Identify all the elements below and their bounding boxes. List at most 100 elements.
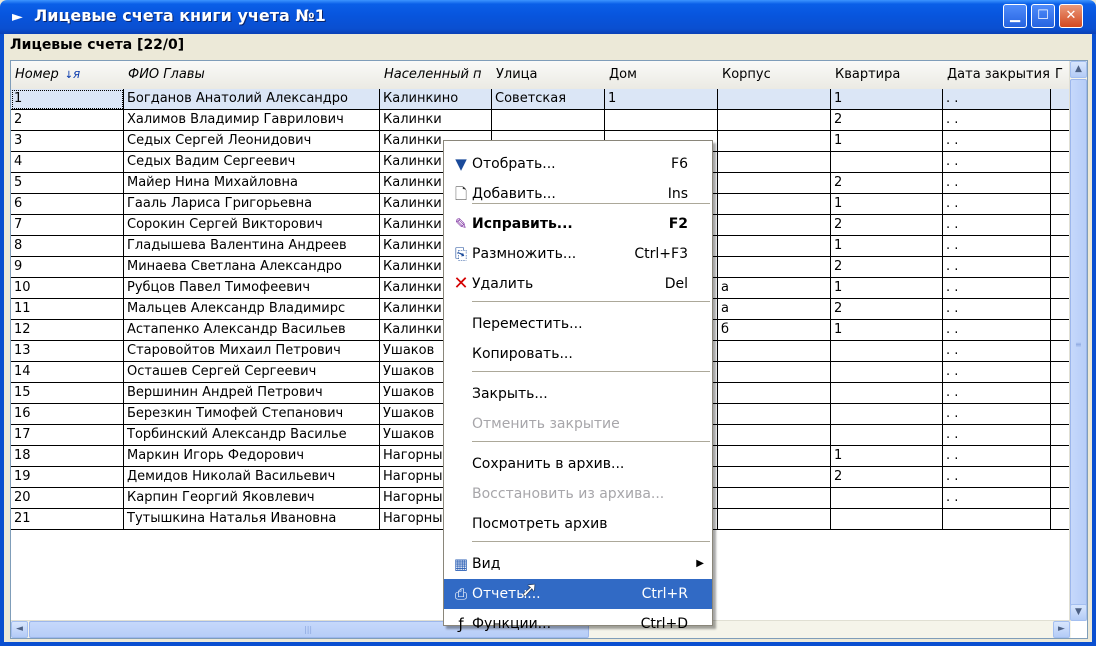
- menu-item[interactable]: ✕ Удалить Del: [444, 269, 712, 299]
- table-cell[interactable]: Рубцов Павел Тимофеевич: [124, 278, 380, 299]
- table-cell[interactable]: 4: [11, 152, 124, 173]
- menu-item[interactable]: 🗋 Добавить... Ins: [444, 179, 712, 209]
- table-cell[interactable]: . .: [943, 236, 1051, 257]
- table-cell[interactable]: 2: [831, 215, 943, 236]
- table-cell[interactable]: . .: [943, 89, 1051, 110]
- table-cell[interactable]: [718, 257, 831, 278]
- table-cell[interactable]: Калинкино: [380, 89, 492, 110]
- table-cell[interactable]: Демидов Николай Васильевич: [124, 467, 380, 488]
- menu-item[interactable]: ⎙ Отчеты... Ctrl+R: [444, 579, 712, 609]
- table-cell[interactable]: Астапенко Александр Васильев: [124, 320, 380, 341]
- table-cell[interactable]: . .: [943, 278, 1051, 299]
- table-cell[interactable]: . .: [943, 341, 1051, 362]
- table-cell[interactable]: [718, 362, 831, 383]
- table-cell[interactable]: [831, 152, 943, 173]
- column-header-fio[interactable]: ФИО Главы: [124, 61, 380, 89]
- table-cell[interactable]: [831, 362, 943, 383]
- table-cell[interactable]: . .: [943, 194, 1051, 215]
- table-cell[interactable]: 20: [11, 488, 124, 509]
- table-cell[interactable]: 1: [11, 89, 124, 110]
- table-cell[interactable]: [831, 509, 943, 530]
- menu-item[interactable]: ✎ Исправить... F2: [444, 209, 712, 239]
- table-cell[interactable]: [718, 110, 831, 131]
- table-cell[interactable]: 2: [831, 299, 943, 320]
- table-cell[interactable]: [718, 425, 831, 446]
- table-cell[interactable]: Осташев Сергей Сергеевич: [124, 362, 380, 383]
- table-cell[interactable]: [718, 467, 831, 488]
- menu-item[interactable]: ▦ Вид ▶: [444, 549, 712, 579]
- menu-item[interactable]: ⎘ Размножить... Ctrl+F3: [444, 239, 712, 269]
- table-cell[interactable]: [718, 152, 831, 173]
- menu-item[interactable]: Восстановить из архива...: [444, 479, 712, 509]
- table-row[interactable]: 1 Богданов Анатолий Александро Калинкино Со…: [11, 89, 1073, 110]
- column-header-number[interactable]: Номер ↓Я: [11, 61, 124, 89]
- table-cell[interactable]: 2: [831, 257, 943, 278]
- table-cell[interactable]: . .: [943, 299, 1051, 320]
- table-cell[interactable]: 14: [11, 362, 124, 383]
- table-cell[interactable]: 1: [831, 131, 943, 152]
- table-cell[interactable]: 1: [605, 89, 718, 110]
- table-cell[interactable]: 19: [11, 467, 124, 488]
- table-cell[interactable]: Торбинский Александр Василье: [124, 425, 380, 446]
- table-cell[interactable]: [718, 446, 831, 467]
- table-cell[interactable]: [605, 110, 718, 131]
- vertical-scrollbar[interactable]: ▲ ≡ ▼: [1069, 61, 1087, 621]
- table-cell[interactable]: [831, 425, 943, 446]
- table-cell[interactable]: Калинки: [380, 110, 492, 131]
- table-cell[interactable]: 1: [831, 278, 943, 299]
- table-cell[interactable]: . .: [943, 152, 1051, 173]
- table-cell[interactable]: 2: [831, 110, 943, 131]
- table-cell[interactable]: [831, 404, 943, 425]
- table-cell[interactable]: [718, 194, 831, 215]
- table-cell[interactable]: Седых Сергей Леонидович: [124, 131, 380, 152]
- column-header-settlement[interactable]: Населенный п: [380, 61, 492, 89]
- menu-item[interactable]: ƒ Функции... Ctrl+D: [444, 609, 712, 639]
- maximize-button[interactable]: ☐: [1031, 4, 1055, 28]
- table-cell[interactable]: . .: [943, 110, 1051, 131]
- table-cell[interactable]: 10: [11, 278, 124, 299]
- table-cell[interactable]: . .: [943, 446, 1051, 467]
- table-cell[interactable]: . .: [943, 404, 1051, 425]
- table-cell[interactable]: [718, 488, 831, 509]
- table-row[interactable]: 2 Халимов Владимир Гаврилович Калинки 2. .: [11, 110, 1073, 131]
- table-cell[interactable]: . .: [943, 131, 1051, 152]
- scroll-up-button[interactable]: ▲: [1070, 61, 1087, 78]
- table-cell[interactable]: Гладышева Валентина Андреев: [124, 236, 380, 257]
- table-cell[interactable]: 3: [11, 131, 124, 152]
- table-cell[interactable]: [718, 131, 831, 152]
- table-cell[interactable]: Тутышкина Наталья Ивановна: [124, 509, 380, 530]
- table-cell[interactable]: 6: [11, 194, 124, 215]
- menu-item[interactable]: Копировать...: [444, 339, 712, 369]
- table-cell[interactable]: [718, 383, 831, 404]
- table-cell[interactable]: . .: [943, 425, 1051, 446]
- table-cell[interactable]: [718, 404, 831, 425]
- table-cell[interactable]: а: [718, 278, 831, 299]
- menu-item[interactable]: ▼ Отобрать... F6: [444, 149, 712, 179]
- table-cell[interactable]: 1: [831, 446, 943, 467]
- table-cell[interactable]: . .: [943, 257, 1051, 278]
- column-header-close-date[interactable]: Дата закрытия: [943, 61, 1051, 89]
- table-cell[interactable]: . .: [943, 173, 1051, 194]
- scroll-right-button[interactable]: ►: [1053, 621, 1070, 638]
- table-cell[interactable]: Сорокин Сергей Викторович: [124, 215, 380, 236]
- table-cell[interactable]: б: [718, 320, 831, 341]
- table-cell[interactable]: 13: [11, 341, 124, 362]
- column-header-street[interactable]: Улица: [492, 61, 605, 89]
- table-cell[interactable]: Старовойтов Михаил Петрович: [124, 341, 380, 362]
- table-cell[interactable]: [831, 383, 943, 404]
- table-cell[interactable]: [943, 509, 1051, 530]
- column-header-apartment[interactable]: Квартира: [831, 61, 943, 89]
- minimize-button[interactable]: ▁: [1003, 4, 1027, 28]
- close-button[interactable]: ✕: [1059, 4, 1083, 28]
- table-cell[interactable]: 18: [11, 446, 124, 467]
- table-cell[interactable]: Халимов Владимир Гаврилович: [124, 110, 380, 131]
- table-cell[interactable]: . .: [943, 215, 1051, 236]
- table-cell[interactable]: Березкин Тимофей Степанович: [124, 404, 380, 425]
- table-cell[interactable]: 1: [831, 89, 943, 110]
- table-cell[interactable]: 21: [11, 509, 124, 530]
- table-cell[interactable]: 15: [11, 383, 124, 404]
- table-cell[interactable]: [718, 341, 831, 362]
- table-cell[interactable]: 12: [11, 320, 124, 341]
- table-cell[interactable]: [492, 110, 605, 131]
- menu-item[interactable]: Сохранить в архив...: [444, 449, 712, 479]
